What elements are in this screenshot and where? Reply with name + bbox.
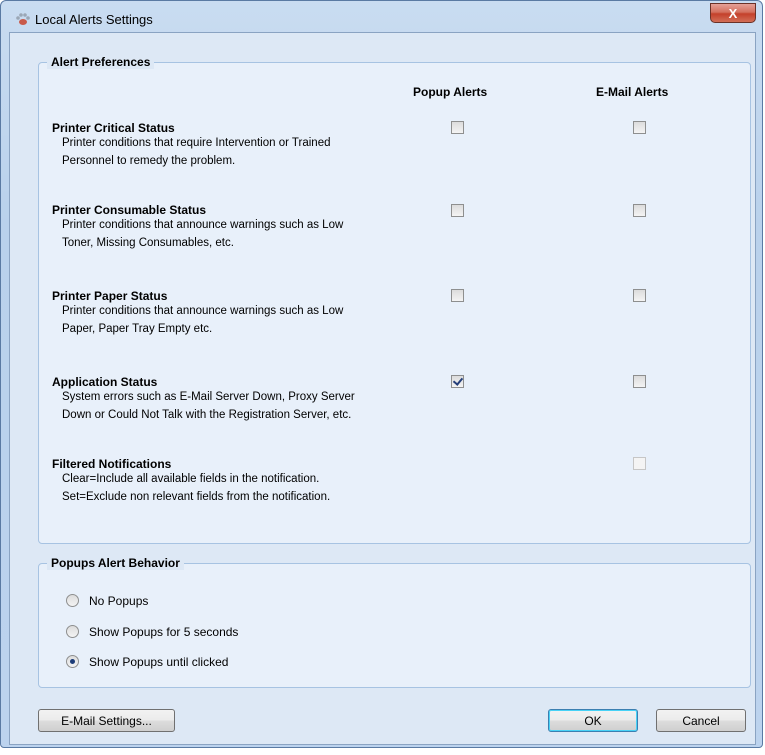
row-desc-consumable-2: Toner, Missing Consumables, etc. [62,237,234,249]
row-desc-critical-1: Printer conditions that require Interven… [62,137,331,149]
row-title-critical: Printer Critical Status [52,121,175,135]
email-checkbox-filtered[interactable] [633,457,646,470]
window-title: Local Alerts Settings [35,12,153,27]
dialog-window: Local Alerts Settings X Alert Preference… [0,0,763,748]
radio-no-popups[interactable] [66,594,79,607]
radio-label-popups-5-seconds[interactable]: Show Popups for 5 seconds [89,625,238,639]
row-title-paper: Printer Paper Status [52,289,168,303]
radio-label-popups-until-clicked[interactable]: Show Popups until clicked [89,655,228,669]
popup-checkbox-critical[interactable] [451,121,464,134]
email-settings-button[interactable]: E-Mail Settings... [38,709,175,732]
email-checkbox-paper[interactable] [633,289,646,302]
row-desc-filtered-1: Clear=Include all available fields in th… [62,473,320,485]
row-desc-paper-1: Printer conditions that announce warning… [62,305,344,317]
row-title-application: Application Status [52,375,158,389]
alert-preferences-title: Alert Preferences [47,55,155,69]
radio-popups-until-clicked[interactable] [66,655,79,668]
email-checkbox-critical[interactable] [633,121,646,134]
row-desc-paper-2: Paper, Paper Tray Empty etc. [62,323,213,335]
row-desc-filtered-2: Set=Exclude non relevant fields from the… [62,491,331,503]
popup-checkbox-application[interactable] [451,375,464,388]
radio-popups-5-seconds[interactable] [66,625,79,638]
email-alerts-header: E-Mail Alerts [596,85,669,99]
row-title-filtered: Filtered Notifications [52,457,172,471]
row-desc-application-1: System errors such as E-Mail Server Down… [62,391,355,403]
email-checkbox-consumable[interactable] [633,204,646,217]
title-bar: Local Alerts Settings X [1,1,762,33]
row-desc-consumable-1: Printer conditions that announce warning… [62,219,344,231]
email-checkbox-application[interactable] [633,375,646,388]
client-area: Alert Preferences Popup Alerts E-Mail Al… [9,32,756,745]
radio-label-no-popups[interactable]: No Popups [89,594,148,608]
popup-behavior-title: Popups Alert Behavior [47,556,184,570]
paw-icon [16,13,30,25]
cancel-button[interactable]: Cancel [656,709,746,732]
row-desc-critical-2: Personnel to remedy the problem. [62,155,236,167]
popup-checkbox-consumable[interactable] [451,204,464,217]
close-icon: X [728,5,738,21]
popup-alerts-header: Popup Alerts [413,85,488,99]
popup-checkbox-paper[interactable] [451,289,464,302]
ok-button[interactable]: OK [548,709,638,732]
close-button[interactable]: X [710,3,756,23]
row-desc-application-2: Down or Could Not Talk with the Registra… [62,409,352,421]
row-title-consumable: Printer Consumable Status [52,203,207,217]
